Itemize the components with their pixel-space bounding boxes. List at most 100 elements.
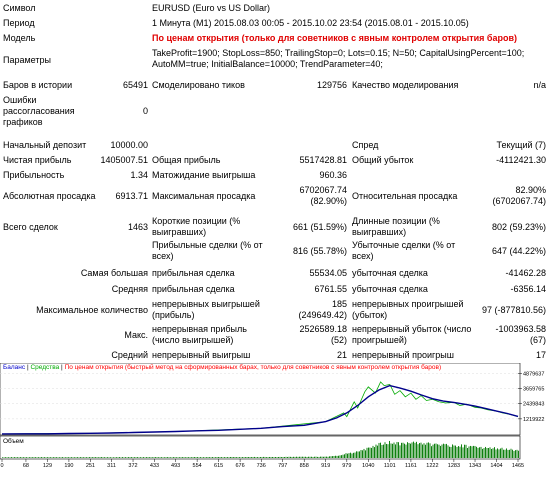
max-drawdown-label: Максимальная просадка (152, 191, 256, 201)
y-tick-label: 2439843 (523, 402, 544, 408)
volume-bar (11, 457, 12, 458)
long-positions-value: 802 (59.23%) (491, 222, 546, 232)
volume-bar (237, 457, 239, 458)
volume-bar (159, 457, 161, 458)
x-tick-label: 736 (257, 463, 266, 469)
volume-bar (12, 457, 14, 458)
volume-bar (417, 444, 419, 458)
volume-bar (188, 457, 189, 458)
volume-bar (113, 457, 114, 458)
volume-bar (26, 457, 27, 458)
max-cons-wins-label: непрерывных выигрышей (прибыль) (152, 299, 260, 320)
volume-bar (455, 445, 456, 458)
volume-bar (360, 449, 362, 458)
volume-bar (381, 444, 383, 458)
volume-bar (98, 457, 99, 458)
volume-bar (230, 457, 231, 458)
errors-label: Ошибки рассогласования графиков (3, 95, 75, 127)
volume-bar (123, 457, 125, 458)
volume-bar (240, 457, 242, 458)
avg-cons-wins-label: непрерывный выигрыш (152, 350, 251, 360)
volume-bar (414, 442, 416, 458)
loss-trades-label: Убыточные сделки (% от всех) (352, 240, 456, 261)
volume-bar (180, 457, 182, 458)
volume-bar (182, 457, 183, 458)
volume-bar (392, 443, 393, 458)
y-tick-label: 3659765 (523, 387, 544, 393)
volume-bar (491, 448, 492, 458)
volume-bar (153, 457, 155, 458)
model-label: Модель (3, 33, 36, 43)
volume-bar (489, 447, 491, 458)
volume-bar (363, 448, 365, 458)
average-label: Средняя (111, 284, 148, 294)
volume-bar (281, 457, 282, 458)
volume-bar (494, 447, 495, 458)
ticks-label: Смоделировано тиков (152, 80, 245, 90)
volume-bar (225, 457, 227, 458)
volume-bar (257, 457, 258, 458)
bars-label: Баров в истории (3, 80, 73, 90)
volume-bar (507, 449, 509, 458)
volume-bar (207, 457, 209, 458)
volume-bar (197, 457, 198, 458)
profit-trades-value: 816 (55.78%) (292, 246, 347, 256)
volume-bar (173, 457, 174, 458)
volume-bar (35, 457, 36, 458)
volume-bar (446, 443, 447, 458)
volume-bar (398, 442, 399, 458)
x-tick-label: 1343 (469, 463, 481, 469)
volume-bar (119, 457, 120, 458)
volume-bar (510, 448, 512, 458)
volume-bar (6, 457, 8, 458)
volume-bar (101, 457, 102, 458)
volume-bar (185, 457, 186, 458)
max-cons-profit-count: (52) (330, 335, 347, 345)
volume-bar (431, 446, 432, 458)
volume-bar (96, 457, 98, 458)
volume-bar (144, 457, 146, 458)
volume-bar (51, 457, 53, 458)
volume-bar (506, 448, 507, 458)
volume-bar (2, 457, 3, 458)
volume-bar (338, 455, 339, 458)
volume-bar (294, 456, 296, 458)
volume-bar (317, 456, 318, 458)
volume-bar (36, 457, 38, 458)
volume-bar (107, 457, 108, 458)
avg-cons-losses-label: непрерывный проигрыш (352, 350, 454, 360)
x-tick-label: 615 (214, 463, 223, 469)
volume-bar (242, 457, 243, 458)
volume-bar (312, 456, 314, 458)
volume-bar (260, 457, 261, 458)
volume-bar (453, 445, 455, 458)
largest-profit-value: 55534.05 (309, 268, 347, 278)
volume-bar (125, 457, 126, 458)
volume-bar (333, 455, 335, 458)
volume-bar (299, 456, 300, 458)
volume-bar (380, 442, 381, 458)
largest-loss-value: -41462.28 (505, 268, 546, 278)
volume-bar (356, 451, 357, 458)
volume-bar (249, 457, 251, 458)
volume-bar (309, 456, 311, 458)
volume-bar (162, 457, 164, 458)
volume-bar (474, 445, 476, 458)
volume-bar (39, 457, 41, 458)
volume-bar (161, 457, 162, 458)
volume-bar (93, 457, 95, 458)
x-tick-label: 979 (342, 463, 351, 469)
x-tick-label: 676 (236, 463, 245, 469)
volume-bar (308, 456, 309, 458)
quality-label: Качество моделирования (352, 80, 459, 90)
volume-bar (110, 457, 111, 458)
x-tick-label: 190 (64, 463, 73, 469)
gross-profit-value: 5517428.81 (299, 155, 347, 165)
volume-bar (209, 457, 210, 458)
volume-bar (33, 457, 35, 458)
volume-bar (423, 443, 425, 458)
volume-bar (17, 457, 18, 458)
volume-bar (191, 457, 192, 458)
quality-value: n/a (533, 80, 546, 90)
largest-label: Самая большая (80, 268, 148, 278)
